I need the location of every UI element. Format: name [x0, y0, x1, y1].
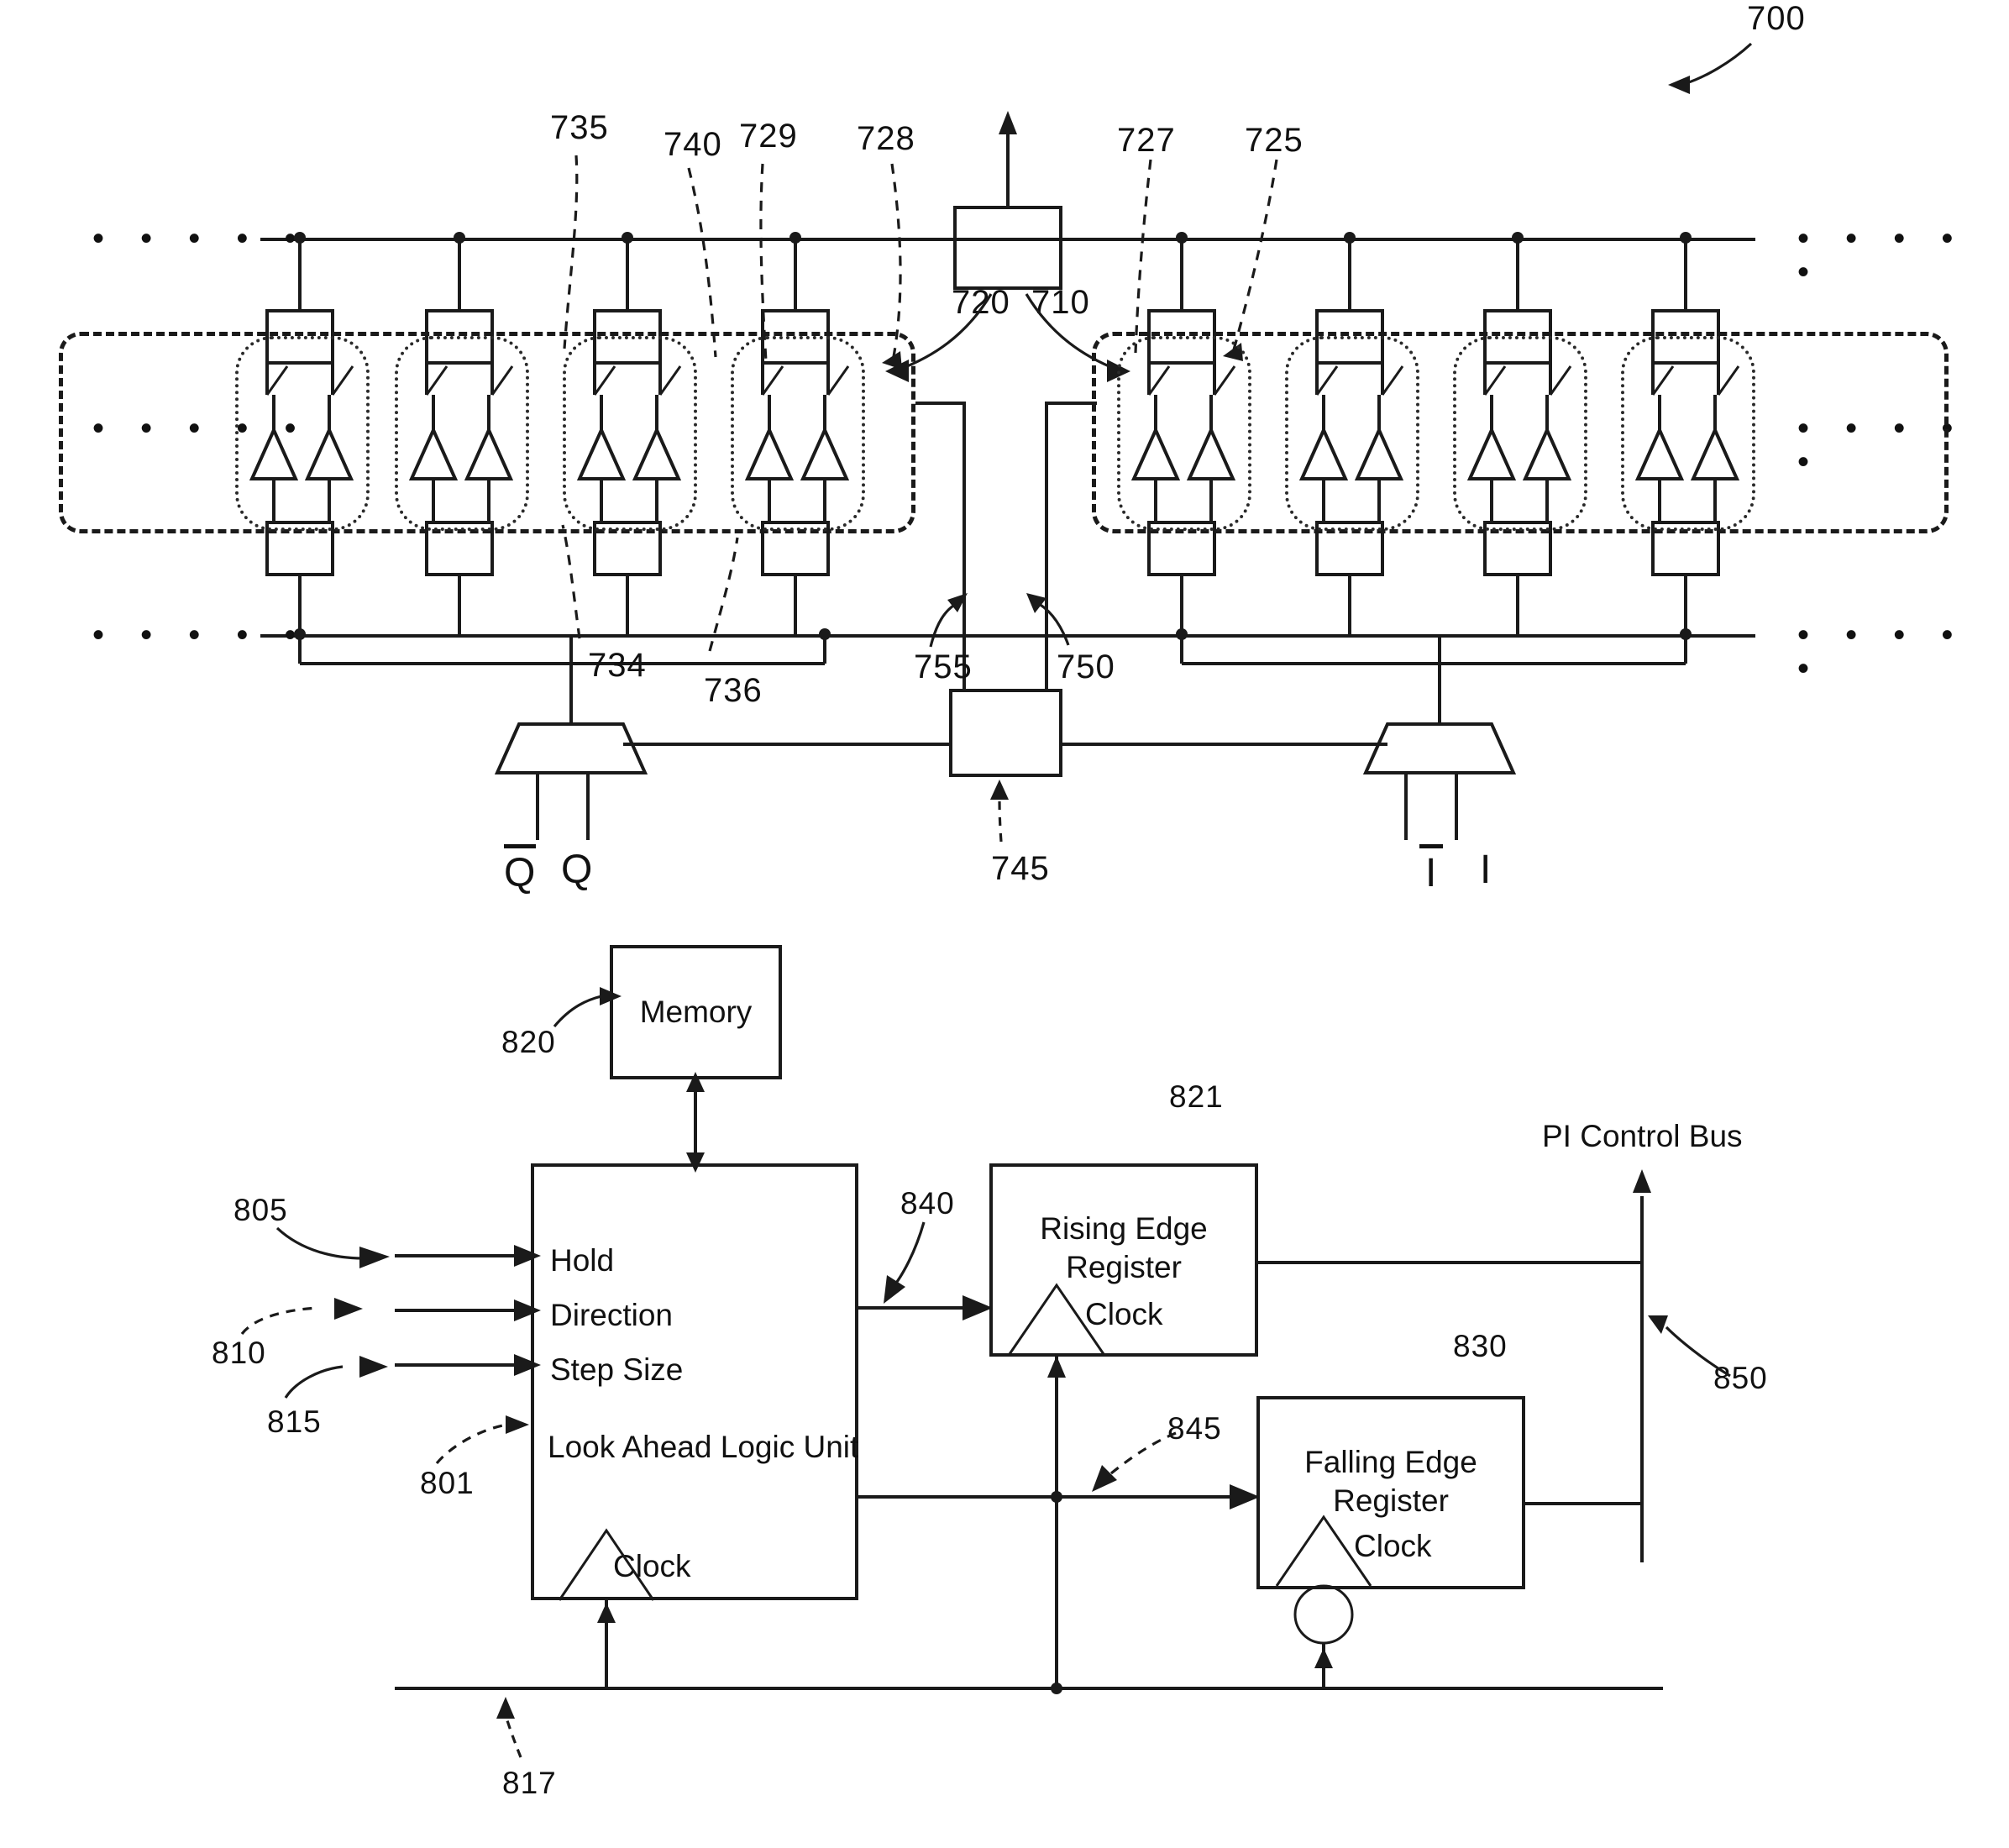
bottom-schematic-svg [240, 987, 1731, 1758]
patent-figure-page: 700 • • • • • • • • • • • • • • • • • • … [0, 0, 2009, 1848]
